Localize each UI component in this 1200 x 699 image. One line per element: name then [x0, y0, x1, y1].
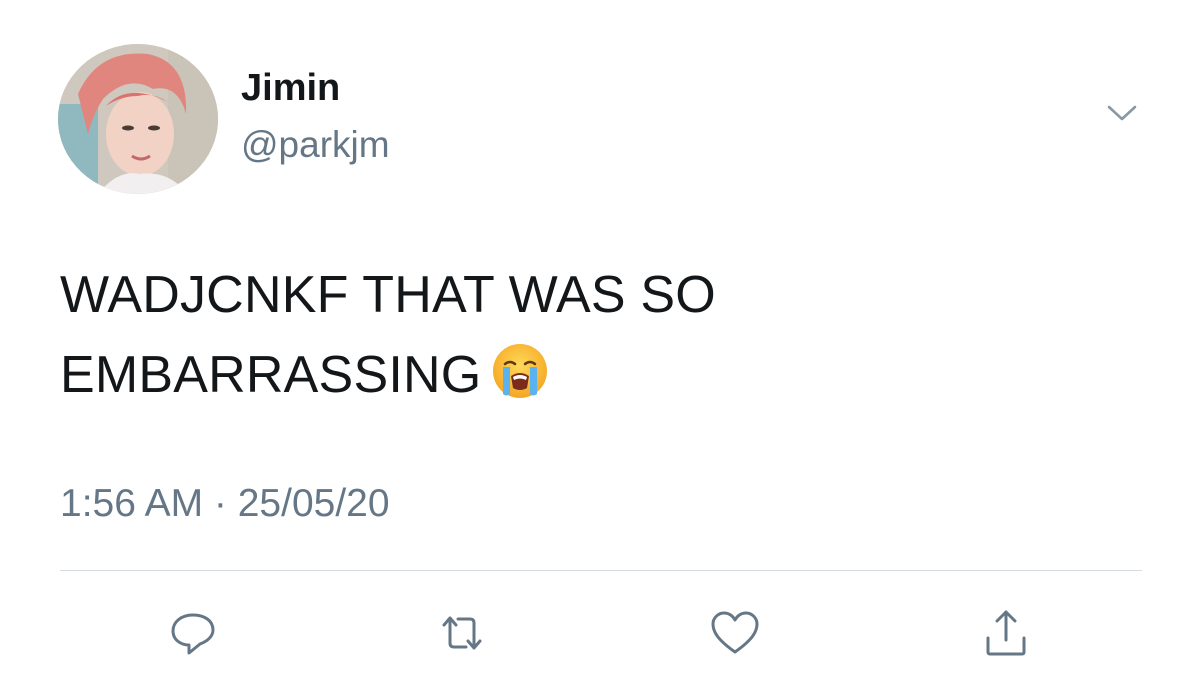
tweet-text-line-1: WADJCNKF THAT WAS SO [60, 266, 716, 324]
avatar[interactable] [58, 44, 218, 194]
avatar-photo [58, 44, 218, 194]
chevron-down-icon[interactable] [1102, 98, 1142, 128]
retweet-icon [442, 616, 482, 650]
crying-face-emoji-icon [491, 342, 549, 400]
reply-button[interactable] [163, 606, 223, 660]
display-name[interactable]: Jimin [241, 67, 340, 110]
divider [60, 570, 1142, 571]
reply-icon [171, 613, 215, 655]
share-icon [986, 610, 1026, 656]
tweet-timestamp[interactable]: 1:56 AM · 25/05/20 [60, 482, 390, 526]
tweet-card: Jimin @parkjm WADJCNKF THAT WAS SO EMBAR… [0, 0, 1200, 699]
user-handle[interactable]: @parkjm [241, 124, 390, 166]
tweet-text-line-2: EMBARRASSING [60, 335, 1110, 415]
retweet-button[interactable] [432, 606, 492, 660]
tweet-text-line-2-text: EMBARRASSING [60, 346, 482, 404]
share-button[interactable] [976, 606, 1036, 660]
like-button[interactable] [705, 606, 765, 660]
tweet-text: WADJCNKF THAT WAS SO EMBARRASSING [60, 255, 1110, 415]
heart-icon [711, 611, 759, 654]
